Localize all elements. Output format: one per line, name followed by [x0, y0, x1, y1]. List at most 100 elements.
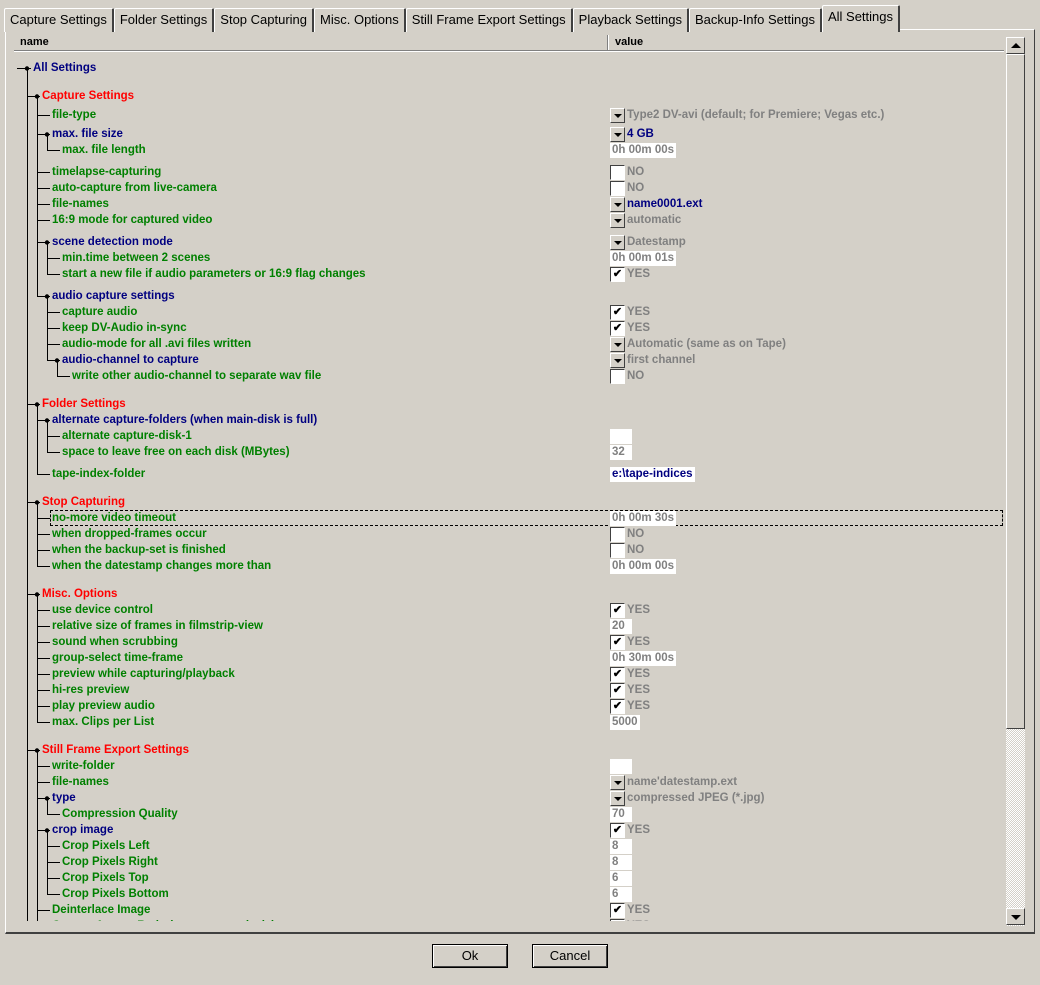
setting-label[interactable]: alternate capture-folders (when main-dis… — [52, 412, 317, 428]
setting-label[interactable]: scene detection mode — [52, 234, 173, 250]
setting-value[interactable]: 0h 30m 00s — [610, 650, 677, 666]
dropdown-arrow-icon[interactable] — [610, 234, 625, 250]
checkbox[interactable]: ✔ — [610, 634, 625, 650]
tree-row[interactable]: Crop Pixels Left 8 — [0, 838, 1004, 854]
checkbox[interactable]: ✔ — [610, 698, 625, 714]
setting-value[interactable]: e:\tape-indices — [610, 466, 695, 482]
tree-row[interactable]: max. file size 4 GB — [0, 126, 1004, 142]
tree-row[interactable]: capture audio ✔ YES — [0, 304, 1004, 320]
dropdown-arrow-icon[interactable] — [610, 790, 625, 806]
tree-row[interactable]: write-folder — [0, 758, 1004, 774]
setting-value[interactable]: NO — [610, 526, 644, 542]
setting-value[interactable]: first channel — [610, 352, 695, 368]
section-label[interactable]: Stop Capturing — [42, 494, 125, 510]
checkbox[interactable] — [610, 526, 625, 542]
setting-label[interactable]: audio-channel to capture — [62, 352, 199, 368]
value-field[interactable]: 5000 — [610, 714, 640, 730]
setting-label[interactable]: write-folder — [52, 758, 115, 774]
setting-label[interactable]: All Settings — [33, 60, 96, 76]
tab-capture-settings[interactable]: Capture Settings — [4, 8, 114, 32]
setting-label[interactable]: Compression Quality — [62, 806, 178, 822]
tab-still-frame-export-settings[interactable]: Still Frame Export Settings — [405, 8, 573, 32]
dropdown-arrow-icon[interactable] — [610, 196, 625, 212]
setting-value[interactable]: 32 — [610, 444, 632, 460]
checkbox[interactable]: ✔ — [610, 902, 625, 918]
setting-label[interactable]: when dropped-frames occur — [52, 526, 207, 542]
tree-row[interactable]: crop image ✔ YES — [0, 822, 1004, 838]
tree-row[interactable]: space to leave free on each disk (MBytes… — [0, 444, 1004, 460]
setting-label[interactable]: Crop Pixels Bottom — [62, 886, 169, 902]
value-field[interactable] — [610, 428, 632, 444]
dropdown-arrow-icon[interactable] — [610, 126, 625, 142]
setting-label[interactable]: max. file size — [52, 126, 123, 142]
checkbox[interactable] — [610, 164, 625, 180]
checkbox[interactable]: ✔ — [610, 320, 625, 336]
setting-value[interactable]: ✔YES — [610, 634, 650, 650]
column-divider[interactable] — [607, 35, 609, 50]
value-field[interactable]: 8 — [610, 838, 632, 854]
setting-value[interactable]: ✔YES — [610, 682, 650, 698]
setting-label[interactable]: sound when scrubbing — [52, 634, 178, 650]
tree-row[interactable]: Still Frame Export Settings — [0, 742, 1004, 758]
tab-playback-settings[interactable]: Playback Settings — [572, 8, 689, 32]
tree-row[interactable]: timelapse-capturing NO — [0, 164, 1004, 180]
setting-value[interactable] — [610, 758, 632, 774]
checkbox[interactable] — [610, 180, 625, 196]
setting-value[interactable]: 8 — [610, 838, 632, 854]
tree-row[interactable]: file-type Type2 DV-avi (default; for Prem… — [0, 107, 1004, 123]
setting-label[interactable]: play preview audio — [52, 698, 155, 714]
setting-value[interactable]: 5000 — [610, 714, 640, 730]
value-field[interactable]: 8 — [610, 854, 632, 870]
value-field[interactable]: 0h 00m 00s — [610, 142, 677, 158]
tree-row[interactable]: Capture Settings — [0, 88, 1004, 104]
setting-label[interactable]: relative size of frames in filmstrip-vie… — [52, 618, 263, 634]
setting-label[interactable]: min.time between 2 scenes — [62, 250, 210, 266]
setting-value[interactable]: 4 GB — [610, 126, 654, 142]
scrollbar-thumb[interactable] — [1006, 54, 1025, 729]
tree-row[interactable]: when dropped-frames occur NO — [0, 526, 1004, 542]
tree-row[interactable]: file-names name'datestamp.ext — [0, 774, 1004, 790]
tree-row[interactable]: when the backup-set is finished NO — [0, 542, 1004, 558]
checkbox[interactable] — [610, 368, 625, 384]
setting-label[interactable]: Crop Pixels Right — [62, 854, 158, 870]
column-header-name[interactable]: name — [20, 35, 49, 50]
tree-row[interactable]: audio-channel to capture first channel — [0, 352, 1004, 368]
tree-row[interactable]: alternate capture-folders (when main-dis… — [0, 412, 1004, 428]
scroll-up-button[interactable] — [1006, 37, 1025, 54]
setting-label[interactable]: when the backup-set is finished — [52, 542, 226, 558]
dropdown-arrow-icon[interactable] — [610, 352, 625, 368]
setting-label[interactable]: keep DV-Audio in-sync — [62, 320, 187, 336]
tree-row[interactable]: Crop Pixels Bottom 6 — [0, 886, 1004, 902]
tree-row[interactable]: 16:9 mode for captured video automatic — [0, 212, 1004, 228]
setting-value[interactable]: Automatic (same as on Tape) — [610, 336, 786, 352]
setting-value[interactable]: 6 — [610, 886, 632, 902]
setting-value[interactable]: 0h 00m 01s — [610, 250, 677, 266]
tree-row[interactable]: play preview audio ✔ YES — [0, 698, 1004, 714]
setting-label[interactable]: use device control — [52, 602, 153, 618]
setting-label[interactable]: when the datestamp changes more than — [52, 558, 271, 574]
value-field[interactable]: 32 — [610, 444, 632, 460]
tree-row[interactable]: Deinterlace Image ✔ YES — [0, 902, 1004, 918]
tree-row[interactable]: hi-res preview ✔ YES — [0, 682, 1004, 698]
setting-label[interactable]: alternate capture-disk-1 — [62, 428, 192, 444]
setting-value[interactable]: compressed JPEG (*.jpg) — [610, 790, 764, 806]
setting-value[interactable]: 70 — [610, 806, 632, 822]
setting-label[interactable]: audio-mode for all .avi files written — [62, 336, 251, 352]
setting-label[interactable]: space to leave free on each disk (MBytes… — [62, 444, 290, 460]
setting-value[interactable]: 8 — [610, 854, 632, 870]
setting-label[interactable]: file-names — [52, 196, 109, 212]
tree-row[interactable]: preview while capturing/playback ✔ YES — [0, 666, 1004, 682]
setting-value[interactable]: NO — [610, 180, 644, 196]
value-field[interactable]: 0h 00m 30s — [610, 510, 677, 526]
ok-button[interactable]: Ok — [432, 944, 508, 968]
section-label[interactable]: Misc. Options — [42, 586, 117, 602]
setting-value[interactable]: Datestamp — [610, 234, 686, 250]
tree-row[interactable]: audio capture settings — [0, 288, 1004, 304]
setting-label[interactable]: max. Clips per List — [52, 714, 154, 730]
tab-misc-options[interactable]: Misc. Options — [314, 8, 406, 32]
setting-label[interactable]: no-more video timeout — [52, 510, 176, 526]
section-label[interactable]: Capture Settings — [42, 88, 134, 104]
tree-row[interactable]: auto-capture from live-camera NO — [0, 180, 1004, 196]
section-label[interactable]: Still Frame Export Settings — [42, 742, 189, 758]
tree-row[interactable]: group-select time-frame 0h 30m 00s — [0, 650, 1004, 666]
